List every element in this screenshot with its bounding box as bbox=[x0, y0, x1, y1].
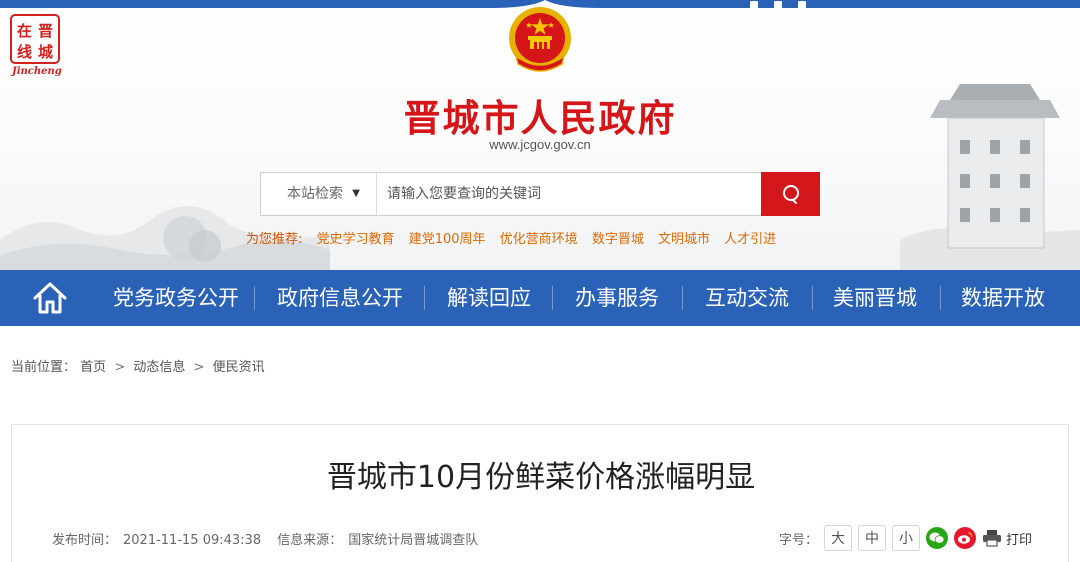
breadcrumb-separator: > bbox=[114, 360, 126, 375]
source-value: 国家统计局晋城调查队 bbox=[348, 533, 479, 548]
logo-char: 晋 bbox=[38, 22, 54, 40]
source-label: 信息来源： bbox=[277, 533, 343, 548]
printer-icon bbox=[982, 530, 1001, 547]
main-nav: 党务政务公开 政府信息公开 解读回应 办事服务 互动交流 美丽晋城 数据开放 bbox=[0, 270, 1080, 326]
breadcrumb-label: 当前位置： bbox=[11, 360, 77, 375]
logo-char: 线 bbox=[17, 43, 33, 61]
logo-char: 城 bbox=[38, 43, 54, 61]
nav-divider bbox=[424, 286, 425, 310]
recommend-item[interactable]: 优化营商环境 bbox=[500, 232, 578, 247]
nav-item-beautiful-jincheng[interactable]: 美丽晋城 bbox=[816, 270, 934, 326]
print-label: 打印 bbox=[1005, 532, 1032, 548]
nav-divider bbox=[254, 286, 255, 310]
recommend-item[interactable]: 人才引进 bbox=[724, 232, 776, 247]
recommend-item[interactable]: 文明城市 bbox=[658, 232, 710, 247]
national-emblem-icon bbox=[504, 4, 576, 76]
print-button[interactable]: 打印 bbox=[982, 529, 1032, 548]
article-card: 晋城市10月份鲜菜价格涨幅明显 发布时间： 2021-11-15 09:43:38… bbox=[11, 424, 1069, 562]
nav-divider bbox=[552, 286, 553, 310]
nav-divider bbox=[682, 286, 683, 310]
recommend-item[interactable]: 党史学习教育 bbox=[317, 232, 395, 247]
search-input[interactable] bbox=[379, 173, 761, 215]
recommend-item[interactable]: 数字晋城 bbox=[592, 232, 644, 247]
recommend-item[interactable]: 建党100周年 bbox=[409, 232, 486, 247]
font-size-small-button[interactable]: 小 bbox=[891, 525, 920, 551]
breadcrumb-item-home[interactable]: 首页 bbox=[80, 360, 106, 375]
city-gate-illustration bbox=[900, 70, 1080, 270]
nav-home[interactable] bbox=[0, 270, 100, 326]
chevron-down-icon: ▼ bbox=[352, 188, 360, 199]
site-title[interactable]: 晋城市人民政府 bbox=[340, 88, 740, 142]
local-logo-latin: Jincheng bbox=[12, 66, 62, 77]
publish-time: 2021-11-15 09:43:38 bbox=[123, 533, 262, 548]
font-size-medium-button[interactable]: 中 bbox=[857, 525, 886, 551]
nav-divider bbox=[940, 286, 941, 310]
wechat-icon[interactable] bbox=[925, 527, 948, 549]
home-icon bbox=[33, 282, 67, 314]
article-tools: 字号： 大 中 小 打印 bbox=[779, 525, 1032, 551]
publish-time-label: 发布时间： bbox=[52, 533, 118, 548]
nav-item-interpretation[interactable]: 解读回应 bbox=[430, 270, 548, 326]
article-title: 晋城市10月份鲜菜价格涨幅明显 bbox=[326, 460, 756, 495]
local-logo[interactable]: 在 晋 线 城 Jincheng bbox=[8, 14, 64, 80]
article-meta: 发布时间： 2021-11-15 09:43:38 信息来源： 国家统计局晋城调查队 bbox=[52, 529, 478, 548]
logo-char: 在 bbox=[17, 22, 33, 40]
site-url[interactable]: www.jcgov.gov.cn bbox=[340, 137, 740, 152]
nav-item-open-data[interactable]: 数据开放 bbox=[944, 270, 1062, 326]
recommend-label: 为您推荐: bbox=[246, 232, 303, 247]
weibo-icon[interactable] bbox=[953, 527, 976, 549]
local-logo-seal: 在 晋 线 城 bbox=[10, 14, 60, 64]
nav-item-government-info[interactable]: 政府信息公开 bbox=[262, 270, 418, 326]
font-size-label: 字号： bbox=[778, 532, 818, 548]
search-scope-select[interactable]: 本站检索 ▼ bbox=[261, 173, 377, 215]
nav-item-interaction[interactable]: 互动交流 bbox=[688, 270, 806, 326]
top-utility-icons[interactable] bbox=[750, 0, 810, 9]
search-scope-label: 本站检索 bbox=[287, 186, 343, 202]
nav-item-services[interactable]: 办事服务 bbox=[558, 270, 676, 326]
site-header: 在 晋 线 城 Jincheng 晋城市人民政府 www.jcgov.gov.c… bbox=[0, 0, 1080, 270]
breadcrumb: 当前位置： 首页 > 动态信息 > 便民资讯 bbox=[11, 356, 265, 375]
breadcrumb-item-news[interactable]: 动态信息 bbox=[133, 360, 185, 375]
breadcrumb-item-convenience-info[interactable]: 便民资讯 bbox=[213, 360, 265, 375]
breadcrumb-separator: > bbox=[193, 360, 205, 375]
site-search: 本站检索 ▼ bbox=[260, 172, 820, 216]
search-icon bbox=[782, 185, 799, 204]
recommend-bar: 为您推荐: 党史学习教育 建党100周年 优化营商环境 数字晋城 文明城市 人才… bbox=[246, 228, 776, 247]
font-size-large-button[interactable]: 大 bbox=[823, 525, 852, 551]
nav-divider bbox=[812, 286, 813, 310]
search-button[interactable] bbox=[761, 172, 820, 216]
nav-item-party-government-affairs[interactable]: 党务政务公开 bbox=[100, 270, 252, 326]
